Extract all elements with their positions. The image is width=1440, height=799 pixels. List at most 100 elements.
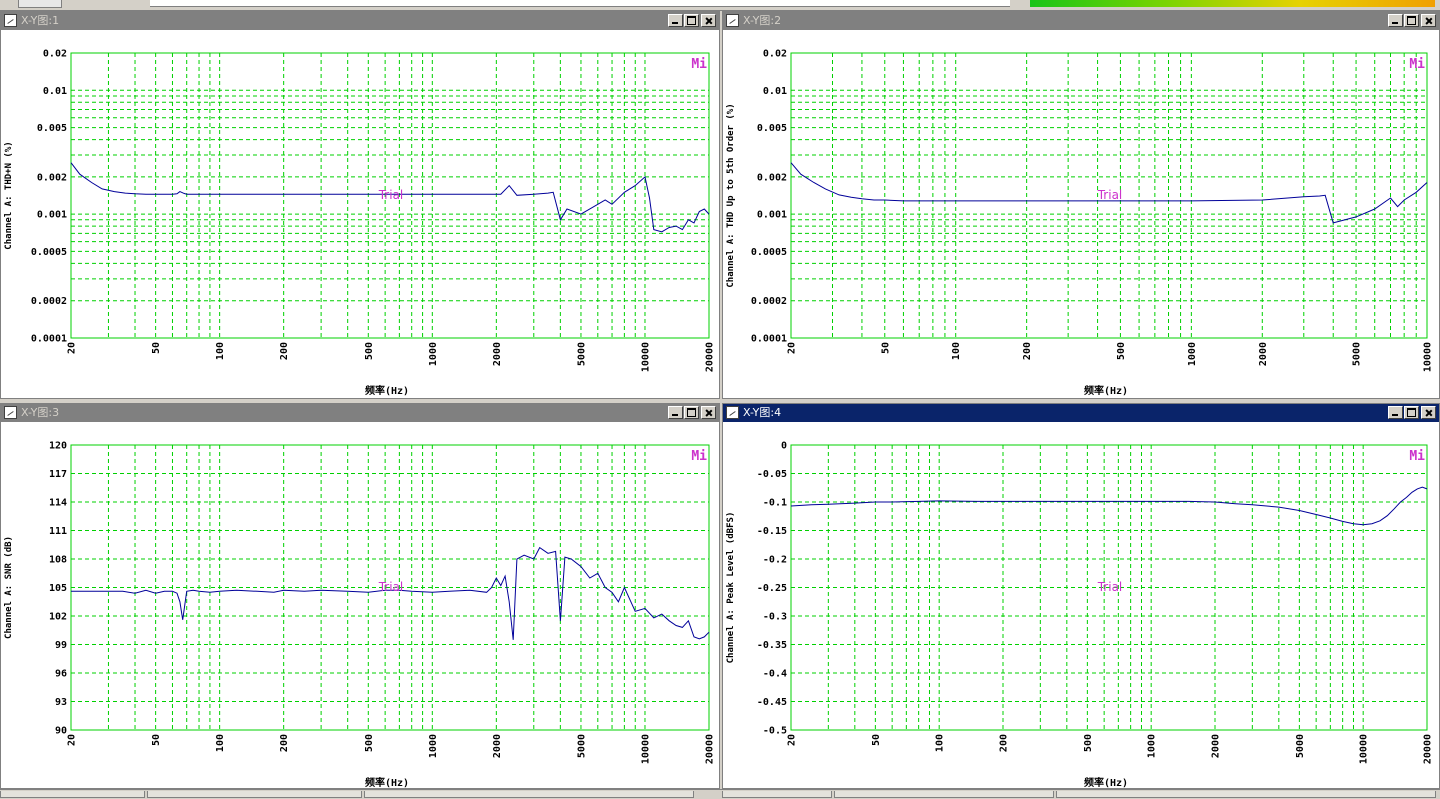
mi-badge: Mi [1409, 449, 1425, 464]
maximize-button[interactable] [1404, 14, 1419, 27]
y-tick-label: -0.05 [757, 469, 787, 480]
mi-badge: Mi [1409, 57, 1425, 72]
window-title-bar[interactable]: X-Y图:1 [1, 12, 719, 30]
x-tick-label: 100 [935, 734, 946, 752]
x-tick-label: 2000 [492, 734, 503, 758]
y-axis-title: Channel A: THD Up to 5th Order (%) [726, 103, 736, 287]
chart-window-2[interactable]: X-Y图:2 0.0001 0.0002 0.0005 0.001 0.002 0.005… [722, 11, 1440, 399]
window-title: X-Y图:3 [21, 406, 60, 419]
x-tick-label: 200 [279, 342, 290, 360]
x-tick-label: 500 [1116, 342, 1127, 360]
y-tick-label: 102 [49, 612, 67, 623]
x-tick-label: 5000 [1352, 342, 1363, 366]
maximize-button[interactable] [684, 14, 699, 27]
x-tick-label: 10000 [640, 342, 651, 372]
x-tick-label: 500 [364, 734, 375, 752]
maximize-button[interactable] [684, 406, 699, 419]
mi-badge: Mi [691, 57, 707, 72]
y-axis-title: Channel A: THD+N (%) [4, 141, 14, 249]
y-tick-label: 0.002 [37, 172, 67, 183]
x-tick-label: 10000 [1359, 734, 1370, 764]
y-tick-label: 0.01 [43, 86, 67, 97]
window-title: X-Y图:1 [21, 14, 60, 27]
x-tick-label: 200 [1022, 342, 1033, 360]
y-tick-label: 0 [781, 441, 787, 452]
x-tick-label: 50 [151, 342, 162, 354]
chart-window-4[interactable]: X-Y图:4 0 -0.05 -0.1 -0.15 -0.2 -0.25 -0.3 -0.35… [722, 403, 1440, 789]
y-tick-label: 0.005 [37, 123, 67, 134]
y-tick-label: 0.0001 [31, 334, 67, 345]
y-tick-label: 0.02 [43, 49, 67, 60]
y-tick-label: -0.4 [763, 669, 787, 680]
x-tick-label: 500 [1083, 734, 1094, 752]
x-tick-label: 500 [364, 342, 375, 360]
x-tick-label: 5000 [1295, 734, 1306, 758]
x-tick-label: 2000 [1258, 342, 1269, 366]
close-button[interactable] [1421, 14, 1436, 27]
top-field-fragment [150, 0, 1010, 7]
chart-window-icon [4, 406, 17, 419]
x-tick-label: 50 [151, 734, 162, 746]
minimize-button[interactable] [668, 406, 683, 419]
x-axis-title: 频率(Hz) [365, 384, 409, 397]
chart-window-icon [726, 14, 739, 27]
y-tick-label: -0.45 [757, 697, 787, 708]
x-tick-label: 200 [999, 734, 1010, 752]
minimize-button[interactable] [668, 14, 683, 27]
window-title-bar[interactable]: X-Y图:2 [723, 12, 1439, 30]
y-tick-label: 93 [55, 697, 67, 708]
y-tick-label: 105 [49, 583, 67, 594]
chart-plot: 90 93 96 99 102 105 108 111 114 117 120 20 50 100 200 5… [4, 441, 716, 789]
y-tick-label: 99 [55, 640, 67, 651]
close-button[interactable] [1421, 406, 1436, 419]
minimize-button[interactable] [1388, 406, 1403, 419]
y-tick-label: -0.2 [763, 555, 787, 566]
y-tick-label: 111 [49, 526, 67, 537]
close-button[interactable] [701, 406, 716, 419]
x-tick-label: 20000 [1423, 734, 1434, 764]
window-title: X-Y图:4 [743, 406, 782, 419]
x-tick-label: 1000 [428, 734, 439, 758]
minimize-button[interactable] [1388, 14, 1403, 27]
x-tick-label: 10000 [1423, 342, 1434, 372]
chart-window-1[interactable]: X-Y图:1 0.0001 0.0002 0.0005 0.001 0.002 0.005… [0, 11, 720, 399]
x-axis-title: 频率(Hz) [1084, 776, 1128, 788]
status-segment [147, 791, 362, 798]
y-tick-label: 0.0002 [751, 296, 787, 307]
status-segment [834, 791, 1054, 798]
status-segment [722, 791, 832, 798]
chart-window-icon [4, 14, 17, 27]
y-tick-label: 114 [49, 498, 67, 509]
chart-plot: 0.0001 0.0002 0.0005 0.001 0.002 0.005 0.01 0.0… [4, 49, 716, 398]
chart-window-3[interactable]: X-Y图:3 90 93 96 99 102 105 108 111 114 117 120 20 50… [0, 403, 720, 789]
trial-watermark: Trial [378, 188, 404, 202]
y-tick-label: -0.1 [763, 498, 787, 509]
window-title-bar[interactable]: X-Y图:4 [723, 404, 1439, 422]
x-tick-label: 1000 [1187, 342, 1198, 366]
top-tab-fragment[interactable] [18, 0, 62, 8]
y-axis-title: Channel A: Peak Level (dBFS) [726, 512, 736, 664]
window-title-bar[interactable]: X-Y图:3 [1, 404, 719, 422]
x-tick-label: 50 [871, 734, 882, 746]
close-button[interactable] [701, 14, 716, 27]
series-line [790, 486, 1428, 526]
y-tick-label: -0.5 [763, 726, 787, 737]
y-tick-label: 108 [49, 555, 67, 566]
y-tick-label: 96 [55, 669, 67, 680]
y-tick-label: -0.3 [763, 612, 787, 623]
trial-watermark: Trial [1097, 580, 1123, 594]
y-tick-label: 90 [55, 726, 67, 737]
x-tick-label: 20000 [705, 342, 716, 372]
y-tick-label: -0.35 [757, 640, 787, 651]
y-tick-label: 0.0002 [31, 296, 67, 307]
window-title: X-Y图:2 [743, 14, 782, 27]
x-tick-label: 10000 [640, 734, 651, 764]
x-tick-label: 5000 [576, 734, 587, 758]
maximize-button[interactable] [1404, 406, 1419, 419]
trial-watermark: Trial [378, 580, 404, 594]
y-tick-label: 0.02 [763, 49, 787, 60]
y-axis-title: Channel A: SNR (dB) [4, 536, 14, 639]
x-tick-label: 2000 [1211, 734, 1222, 758]
y-tick-label: 120 [49, 441, 67, 452]
y-tick-label: 0.0005 [31, 247, 67, 258]
